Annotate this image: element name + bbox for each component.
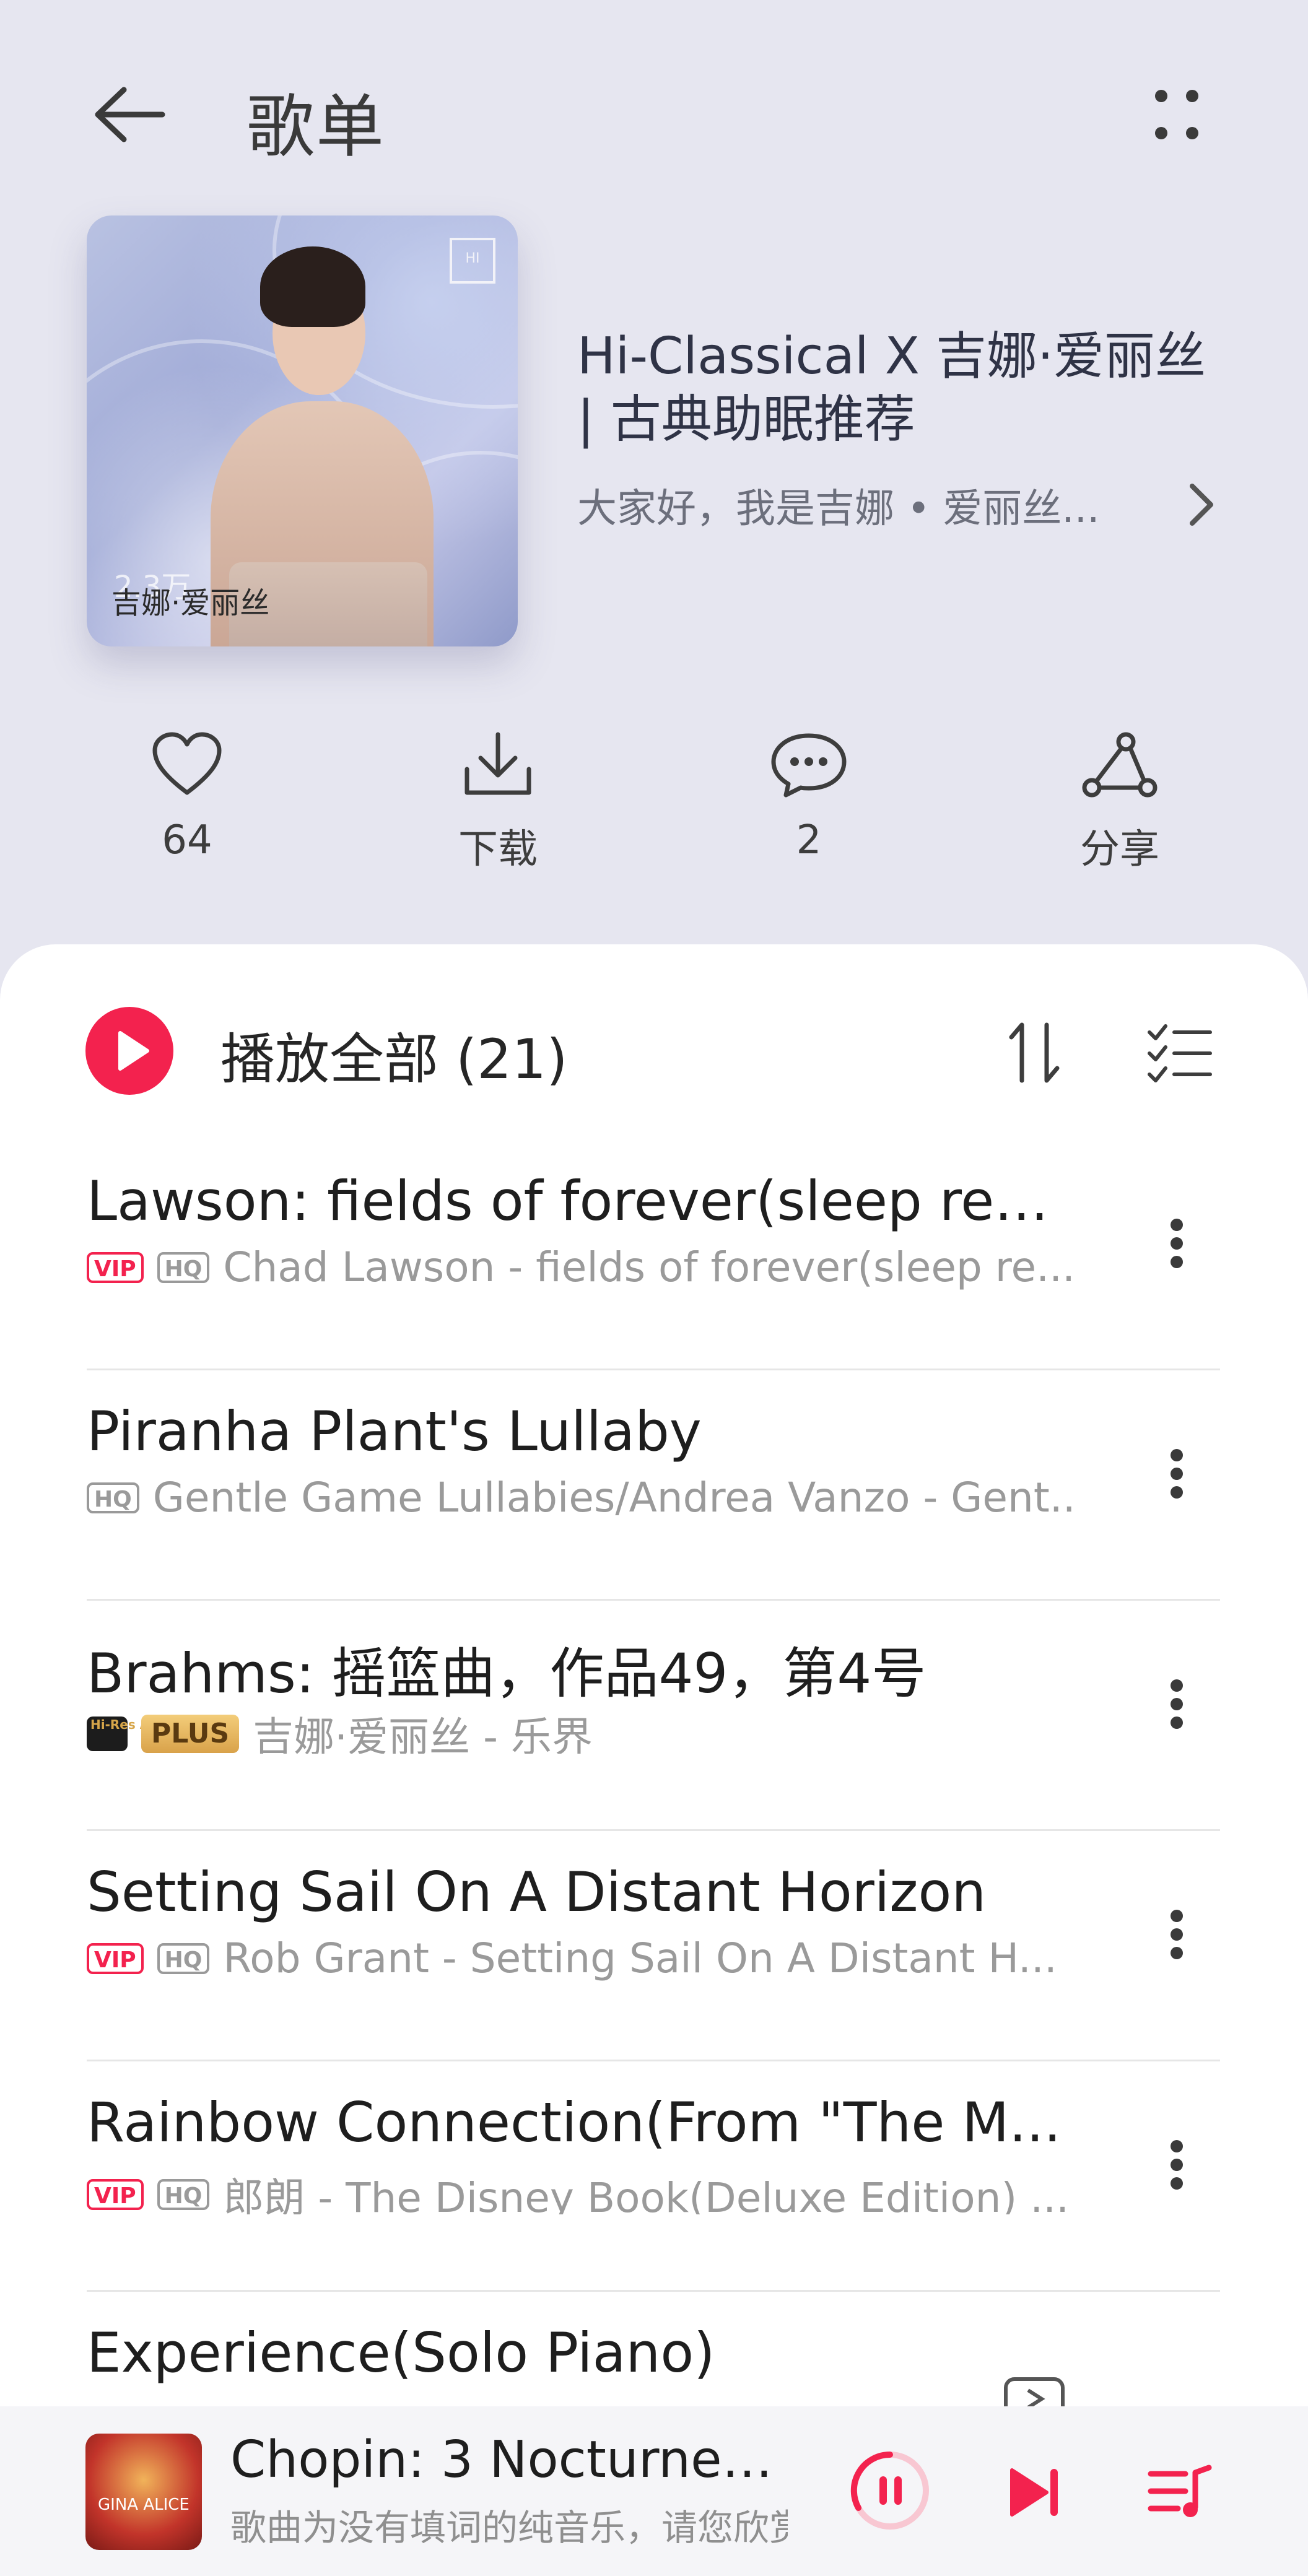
song-title: Experience(Solo Piano) [87,2321,715,2385]
song-row[interactable]: Setting Sail On A Distant Horizon VIP HQ R… [87,1829,1220,2061]
song-title: Setting Sail On A Distant Horizon [87,1860,987,1924]
song-more-button[interactable] [1164,1655,1189,1754]
song-subtitle: Rob Grant - Setting Sail On A Distant H.… [223,1934,1057,1982]
download-icon [464,732,531,795]
play-all-label[interactable]: 播放全部 (21) [220,1016,568,1094]
hq-badge: HQ [157,1943,210,1974]
plus-badge: PLUS [141,1715,240,1753]
song-subtitle: Gentle Game Lullabies/Andrea Vanzo - Gen… [152,1474,1078,1521]
back-arrow-icon [95,87,165,142]
pause-button[interactable] [848,2449,931,2532]
back-button[interactable] [87,74,167,155]
hq-badge: HQ [157,2179,210,2210]
share-button[interactable]: 分享 [1027,731,1213,874]
like-button[interactable]: 64 [94,731,280,863]
download-button[interactable]: 下载 [405,731,591,874]
sort-button[interactable] [1006,1019,1062,1087]
sort-icon [1009,1022,1060,1083]
playlist-title: Hi-Classical X 吉娜·爱丽丝 | 古典助眠推荐 [577,327,1206,449]
checklist-icon [1148,1024,1212,1082]
song-title: Brahms: 摇篮曲，作品49，第4号 [87,1642,926,1705]
share-label: 分享 [1080,827,1159,872]
hi-res-audio-badge: Hi-Res AUDIO [87,1717,185,1751]
vip-badge: VIP [87,1943,144,1974]
hi-classical-logo: HI [450,238,495,284]
comment-count: 2 [796,817,822,863]
queue-list-icon [1148,2465,1212,2517]
play-all-button[interactable] [85,1007,173,1095]
cover-artist-label: 吉娜·爱丽丝 [111,586,270,620]
vip-badge: VIP [87,2179,144,2210]
song-more-button[interactable] [1164,2115,1189,2214]
share-icon [1082,732,1158,798]
pause-icon [850,2451,929,2530]
playlist-description[interactable]: 大家好，我是吉娜 • 爱丽丝... [577,477,1147,534]
song-subtitle: 郎朗 - The Disney Book(Deluxe Edition) ... [223,2174,1070,2214]
now-playing-subtitle: 歌曲为没有填词的纯音乐，请您欣赏 [230,2507,788,2549]
comment-button[interactable]: 2 [716,731,902,863]
like-count: 64 [162,817,212,863]
song-more-button[interactable] [1164,1194,1189,1293]
song-title: Rainbow Connection(From "The M... [87,2091,1062,2154]
song-title: Piranha Plant's Lullaby [87,1399,702,1463]
song-row[interactable]: Rainbow Connection(From "The M... VIP HQ 郎… [87,2060,1220,2292]
song-title: Lawson: fields of forever(sleep rew... [87,1169,1065,1233]
page-title: 歌单 [246,87,385,167]
playlist-cover[interactable]: HI 2.3万 吉娜·爱丽丝 [87,215,518,646]
song-subtitle: Chad Lawson - fields of forever(sleep re… [223,1243,1076,1291]
download-label: 下载 [458,827,538,872]
more-options-button[interactable] [1140,80,1208,149]
playlist-queue-button[interactable] [1146,2461,1214,2523]
play-icon [118,1031,149,1071]
heart-icon [152,732,222,795]
chevron-right-icon[interactable] [1183,480,1220,529]
video-icon[interactable] [1003,2377,1065,2424]
next-track-button[interactable] [1003,2461,1065,2523]
skip-next-icon [1010,2468,1058,2517]
now-playing-cover[interactable]: GINA ALICE [85,2434,202,2550]
song-row[interactable]: Brahms: 摇篮曲，作品49，第4号 Hi-Res AUDIOPLUS 吉娜·… [87,1599,1220,1831]
song-subtitle: 吉娜·爱丽丝 - 乐界 [253,1713,593,1754]
multi-select-button[interactable] [1146,1019,1214,1087]
hq-badge: HQ [157,1251,210,1283]
song-more-button[interactable] [1164,1885,1189,1984]
now-playing-title: Chopin: 3 Nocturnes,... [230,2430,775,2489]
song-more-button[interactable] [1164,1424,1189,1523]
hq-badge: HQ [87,1482,139,1513]
vip-badge: VIP [87,1251,144,1283]
song-row[interactable]: Lawson: fields of forever(sleep rew... V… [87,1138,1220,1370]
cover-artist-text: GINA ALICE [98,2496,190,2514]
comment-icon [771,733,847,798]
song-row[interactable]: Piranha Plant's Lullaby HQ Gentle Game Lu… [87,1368,1220,1601]
